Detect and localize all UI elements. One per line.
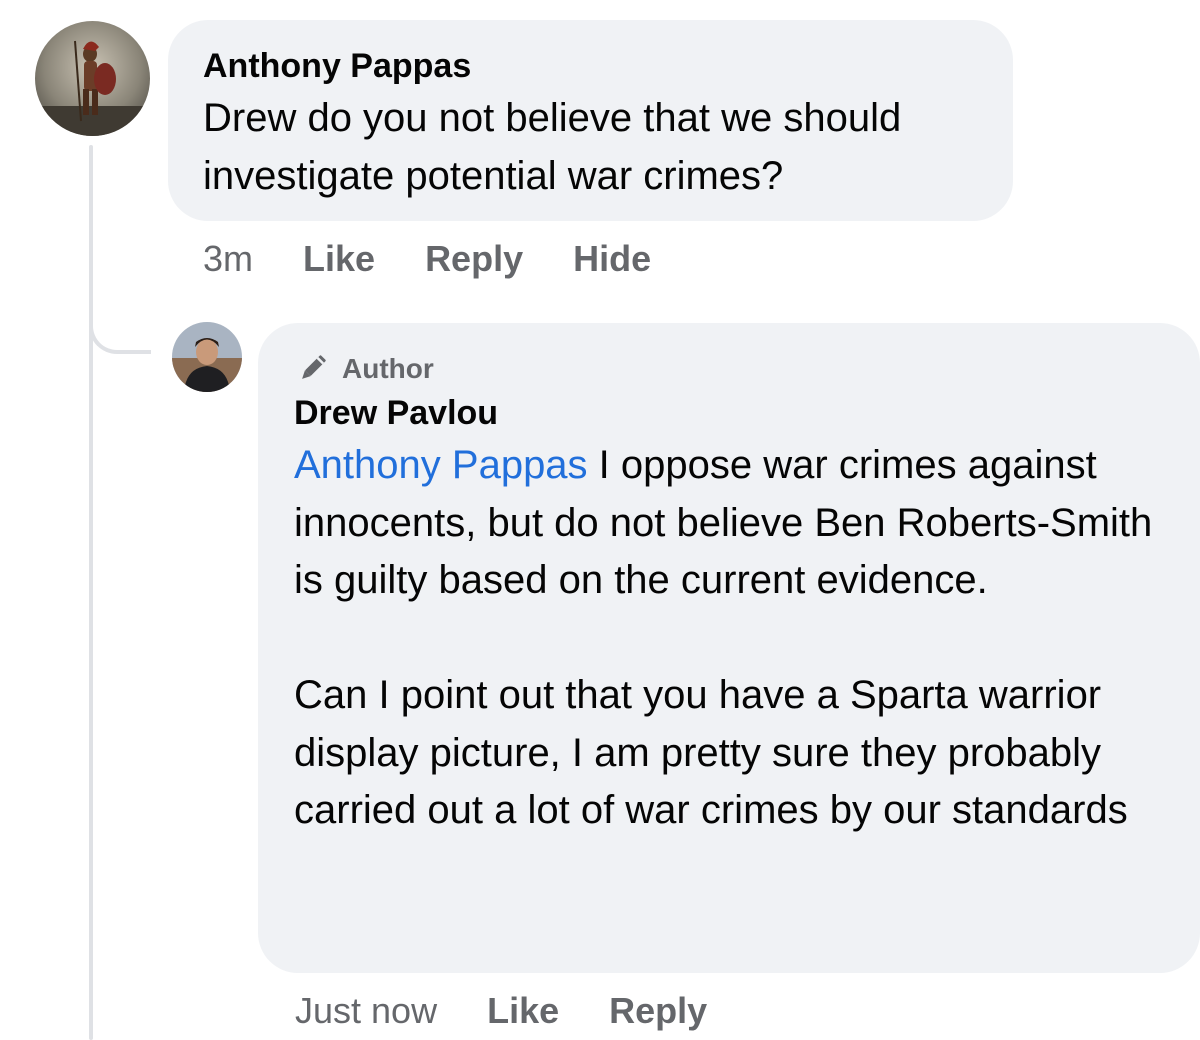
- avatar[interactable]: [35, 21, 150, 136]
- comment-actions: 3m Like Reply Hide: [203, 236, 651, 282]
- pen-icon: [302, 355, 326, 379]
- mention-link[interactable]: Anthony Pappas: [294, 443, 588, 487]
- thread-reply-connector: [89, 300, 151, 354]
- comment-author[interactable]: Anthony Pappas: [203, 44, 979, 88]
- comment-body: Drew do you not believe that we should i…: [203, 96, 902, 198]
- comment-body-paragraph-2: Can I point out that you have a Sparta w…: [294, 673, 1128, 832]
- like-button[interactable]: Like: [303, 238, 375, 280]
- comment-actions: Just now Like Reply: [295, 988, 707, 1034]
- comment-text: Drew do you not believe that we should i…: [203, 90, 979, 205]
- avatar[interactable]: [172, 322, 242, 392]
- spartan-warrior-avatar: [35, 21, 150, 136]
- comment-timestamp[interactable]: Just now: [295, 990, 437, 1032]
- author-badge-label: Author: [342, 353, 434, 384]
- thread-line: [89, 145, 93, 1040]
- hide-button[interactable]: Hide: [573, 238, 651, 280]
- like-button[interactable]: Like: [487, 990, 559, 1032]
- author-badge: Author: [294, 349, 1170, 389]
- profile-photo-avatar: [172, 322, 242, 392]
- reply-button[interactable]: Reply: [609, 990, 707, 1032]
- reply-button[interactable]: Reply: [425, 238, 523, 280]
- comment-author[interactable]: Drew Pavlou: [294, 391, 1170, 435]
- comment-body: Anthony Pappas I oppose war crimes again…: [294, 437, 1170, 610]
- comment-text: Anthony Pappas I oppose war crimes again…: [294, 437, 1170, 840]
- comment-bubble: Anthony Pappas Drew do you not believe t…: [168, 20, 1013, 221]
- comment-timestamp[interactable]: 3m: [203, 238, 253, 280]
- reply-bubble: Author Drew Pavlou Anthony Pappas I oppo…: [258, 323, 1200, 973]
